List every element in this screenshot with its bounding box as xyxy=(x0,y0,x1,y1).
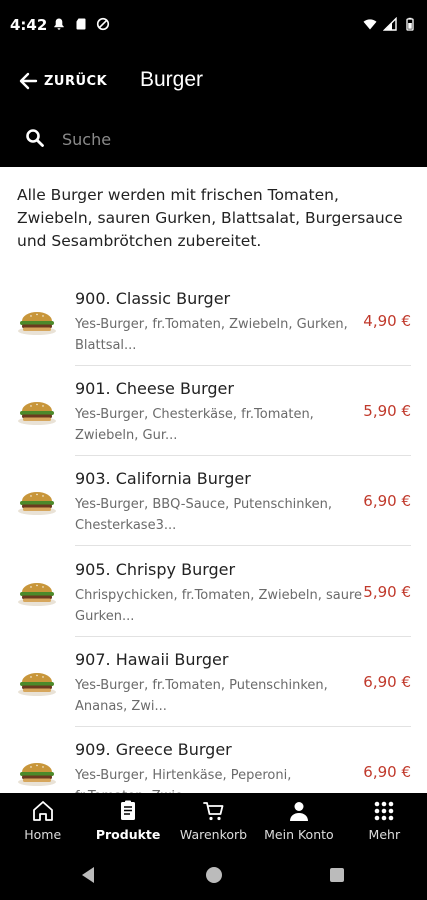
system-recents-icon[interactable] xyxy=(326,864,348,886)
app-bar: ZURÜCK Burger xyxy=(0,52,427,110)
product-name: 907. Hawaii Burger xyxy=(75,650,229,669)
back-label: ZURÜCK xyxy=(44,73,108,89)
system-back-icon[interactable] xyxy=(78,864,100,886)
burger-thumbnail-icon xyxy=(18,312,56,335)
product-item-cheese-burger[interactable]: 901. Cheese Burger Yes-Burger, Chesterkä… xyxy=(0,379,427,469)
product-description: Yes-Burger, Chesterkäse, fr.Tomaten, Zwi… xyxy=(75,407,314,443)
product-description: Yes-Burger, fr.Tomaten, Putenschinken, A… xyxy=(75,678,328,714)
page-title: Burger xyxy=(140,68,204,91)
product-item-greece-burger[interactable]: 909. Greece Burger Yes-Burger, Hirtenkäs… xyxy=(0,740,427,793)
system-home-icon[interactable] xyxy=(203,864,225,886)
burger-thumbnail-icon xyxy=(18,492,56,515)
nav-warenkorb[interactable]: Warenkorb xyxy=(171,793,256,850)
product-description: Chrispychicken, fr.Tomaten, Zwiebeln, sa… xyxy=(75,588,363,624)
menu-card-icon xyxy=(121,800,136,820)
bottom-navigation: Home Produkte Warenkorb Mein Konto Mehr xyxy=(0,793,427,850)
product-item-hawaii-burger[interactable]: 907. Hawaii Burger Yes-Burger, fr.Tomate… xyxy=(0,650,427,740)
arrow-left-icon xyxy=(19,72,38,90)
product-description: Yes-Burger, Hirtenkäse, Peperoni, fr.Tom… xyxy=(75,768,292,793)
product-price: 6,90 € xyxy=(363,492,411,510)
search-input[interactable] xyxy=(62,124,402,154)
nav-mein-konto[interactable]: Mein Konto xyxy=(256,793,341,850)
product-name: 909. Greece Burger xyxy=(75,740,232,759)
system-navigation-bar xyxy=(0,850,427,900)
burger-thumbnail-icon xyxy=(18,583,56,606)
sd-card-icon xyxy=(76,18,86,30)
list-divider xyxy=(75,455,411,456)
product-name: 905. Chrispy Burger xyxy=(75,560,236,579)
shopping-cart-icon xyxy=(202,802,223,821)
product-description: Yes-Burger, BBQ-Sauce, Putenschinken, Ch… xyxy=(75,497,332,533)
nav-produkte[interactable]: Produkte xyxy=(85,793,171,850)
nav-home[interactable]: Home xyxy=(0,793,85,850)
product-price: 5,90 € xyxy=(363,402,411,420)
product-list-area: Alle Burger werden mit frischen Tomaten,… xyxy=(0,167,427,793)
product-name: 901. Cheese Burger xyxy=(75,379,234,398)
product-price: 6,90 € xyxy=(363,673,411,691)
search-bar xyxy=(0,110,427,167)
wifi-icon xyxy=(363,19,377,30)
list-divider xyxy=(75,726,411,727)
product-name: 900. Classic Burger xyxy=(75,289,231,308)
burger-thumbnail-icon xyxy=(18,673,56,696)
data-saver-icon xyxy=(96,17,110,31)
product-item-classic-burger[interactable]: 900. Classic Burger Yes-Burger, fr.Tomat… xyxy=(0,289,427,379)
nav-label: Warenkorb xyxy=(179,827,248,842)
nav-label: Home xyxy=(24,827,62,842)
status-bar: 4:42 xyxy=(0,0,427,52)
battery-icon xyxy=(406,17,414,31)
burger-thumbnail-icon xyxy=(18,763,56,786)
nav-label: Mehr xyxy=(368,827,401,842)
product-item-california-burger[interactable]: 903. California Burger Yes-Burger, BBQ-S… xyxy=(0,469,427,559)
search-icon xyxy=(26,129,44,147)
nav-label: Produkte xyxy=(95,827,161,842)
product-item-chrispy-burger[interactable]: 905. Chrispy Burger Chrispychicken, fr.T… xyxy=(0,560,427,650)
cellular-signal-icon xyxy=(383,17,397,31)
product-price: 5,90 € xyxy=(363,583,411,601)
product-description: Yes-Burger, fr.Tomaten, Zwiebeln, Gurken… xyxy=(75,317,348,353)
home-icon xyxy=(32,801,53,821)
product-price: 4,90 € xyxy=(363,312,411,330)
status-time: 4:42 xyxy=(10,16,48,34)
category-description: Alle Burger werden mit frischen Tomaten,… xyxy=(17,186,403,250)
list-divider xyxy=(75,636,411,637)
product-price: 6,90 € xyxy=(363,763,411,781)
list-divider xyxy=(75,365,411,366)
list-divider xyxy=(75,545,411,546)
product-name: 903. California Burger xyxy=(75,469,251,488)
back-button[interactable]: ZURÜCK xyxy=(18,66,107,96)
nav-mehr[interactable]: Mehr xyxy=(342,793,427,850)
person-icon xyxy=(289,802,308,821)
nav-label: Mein Konto xyxy=(264,827,334,842)
grid-menu-icon xyxy=(375,801,394,821)
burger-thumbnail-icon xyxy=(18,402,56,425)
notification-bell-icon xyxy=(54,18,64,30)
